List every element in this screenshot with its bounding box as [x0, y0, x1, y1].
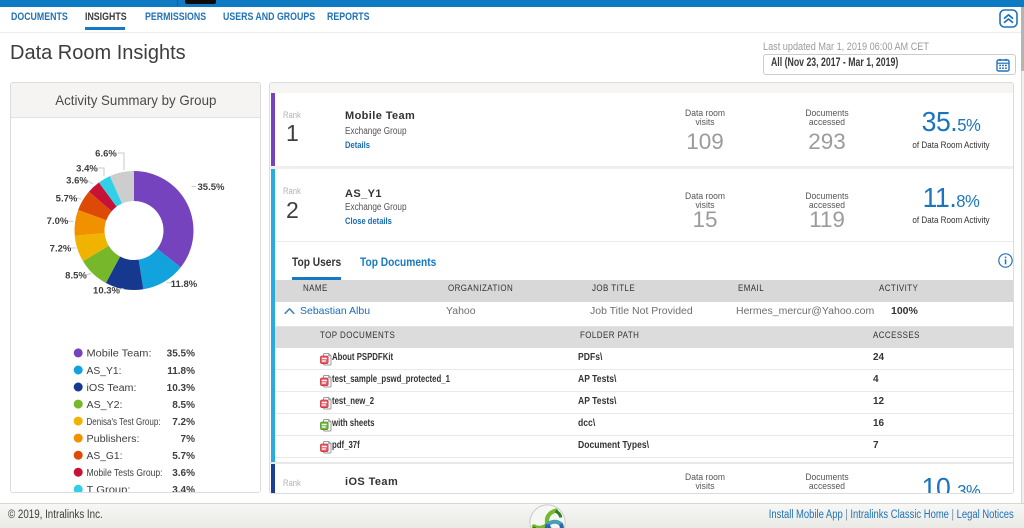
svg-text:35.5%: 35.5%: [167, 349, 195, 360]
svg-text:7.2%: 7.2%: [50, 244, 72, 255]
svg-text:Mobile Tests Group:: Mobile Tests Group:: [87, 468, 163, 479]
svg-text:iOS Team:: iOS Team:: [87, 383, 137, 394]
svg-text:3.6%: 3.6%: [66, 176, 88, 187]
svg-text:Mobile Team:: Mobile Team:: [87, 349, 152, 360]
svg-text:3.4%: 3.4%: [172, 485, 195, 492]
svg-text:5.7%: 5.7%: [172, 451, 195, 462]
svg-text:7%: 7%: [181, 434, 196, 445]
svg-text:11.8%: 11.8%: [167, 366, 195, 377]
svg-text:Publishers:: Publishers:: [87, 434, 140, 445]
svg-text:10.3%: 10.3%: [93, 286, 120, 297]
svg-text:10.3%: 10.3%: [167, 383, 195, 394]
svg-text:8.5%: 8.5%: [65, 271, 87, 282]
svg-text:5.7%: 5.7%: [56, 194, 78, 205]
svg-text:3.4%: 3.4%: [76, 164, 98, 175]
svg-text:35.5%: 35.5%: [198, 182, 225, 193]
svg-text:11.8%: 11.8%: [171, 279, 198, 290]
svg-text:AS_G1:: AS_G1:: [87, 451, 123, 462]
svg-text:Denisa's Test Group:: Denisa's Test Group:: [87, 417, 161, 428]
svg-text:AS_Y1:: AS_Y1:: [87, 366, 122, 377]
svg-text:7.0%: 7.0%: [47, 216, 69, 227]
svg-text:6.6%: 6.6%: [95, 149, 117, 160]
svg-text:7.2%: 7.2%: [172, 417, 195, 428]
svg-text:T Group:: T Group:: [87, 485, 131, 492]
svg-text:3.6%: 3.6%: [172, 468, 195, 479]
svg-text:8.5%: 8.5%: [172, 400, 195, 411]
svg-text:AS_Y2:: AS_Y2:: [87, 400, 123, 411]
